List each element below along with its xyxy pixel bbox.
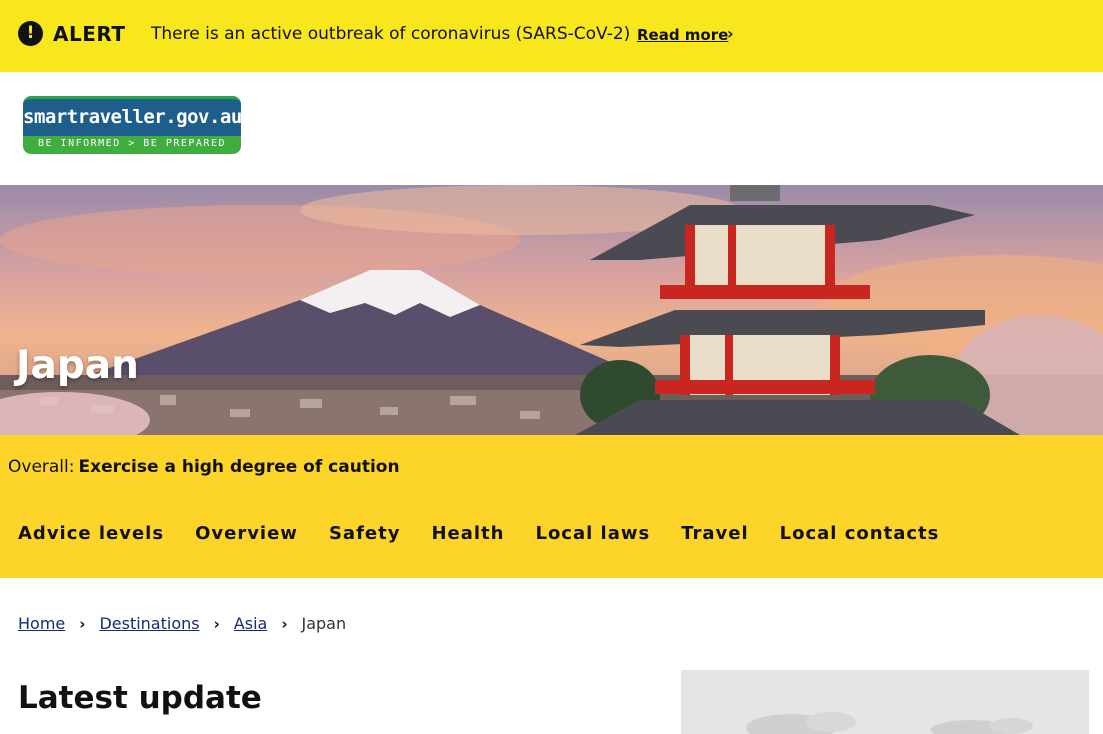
logo-top-band: smartraveller.gov.au: [23, 96, 242, 136]
nav-overview[interactable]: Overview: [195, 523, 298, 544]
destination-nav: Advice levels Overview Safety Health Loc…: [18, 523, 970, 544]
chevron-right-icon: ›: [79, 614, 86, 633]
world-map-graphic: [746, 712, 1033, 734]
nav-safety[interactable]: Safety: [329, 523, 401, 544]
logo-name: smartraveller.gov.au: [23, 106, 242, 128]
latest-update-heading: Latest update: [18, 680, 262, 716]
logo-bottom-band: BE INFORMED > BE PREPARED: [23, 136, 241, 154]
chevron-right-icon: ›: [213, 614, 220, 633]
nav-advice-levels[interactable]: Advice levels: [18, 523, 164, 544]
overall-label: Overall:: [8, 457, 75, 477]
chevron-right-icon: ›: [727, 24, 734, 43]
breadcrumb-home[interactable]: Home: [18, 614, 65, 633]
alert-banner: ! ALERT There is an active outbreak of c…: [0, 0, 1103, 72]
smartraveller-logo[interactable]: smartraveller.gov.au BE INFORMED > BE PR…: [23, 96, 242, 154]
alert-message: There is an active outbreak of coronavir…: [151, 24, 631, 44]
page-title: Japan: [16, 343, 139, 388]
site-header: smartraveller.gov.au BE INFORMED > BE PR…: [0, 72, 1103, 185]
hero-banner: Japan: [0, 185, 1103, 435]
nav-local-contacts[interactable]: Local contacts: [780, 523, 940, 544]
nav-local-laws[interactable]: Local laws: [535, 523, 650, 544]
chevron-right-icon: ›: [281, 614, 288, 633]
breadcrumb-asia[interactable]: Asia: [234, 614, 268, 633]
breadcrumb-destinations[interactable]: Destinations: [99, 614, 199, 633]
alert-title: ALERT: [53, 22, 126, 46]
advice-level: Exercise a high degree of caution: [78, 457, 400, 477]
read-more-link[interactable]: Read more: [637, 26, 728, 44]
overall-advice: Overall: Exercise a high degree of cautio…: [8, 457, 400, 477]
nav-health[interactable]: Health: [431, 523, 504, 544]
breadcrumb-current: Japan: [301, 614, 347, 633]
world-map-image: [681, 670, 1089, 734]
nav-travel[interactable]: Travel: [681, 523, 748, 544]
advice-panel: Overall: Exercise a high degree of cautio…: [0, 435, 1103, 578]
breadcrumb: Home › Destinations › Asia › Japan: [18, 614, 346, 633]
hero-landscape-image: [0, 185, 1103, 435]
exclamation-icon: !: [18, 21, 43, 46]
logo-tagline: BE INFORMED > BE PREPARED: [37, 138, 226, 149]
